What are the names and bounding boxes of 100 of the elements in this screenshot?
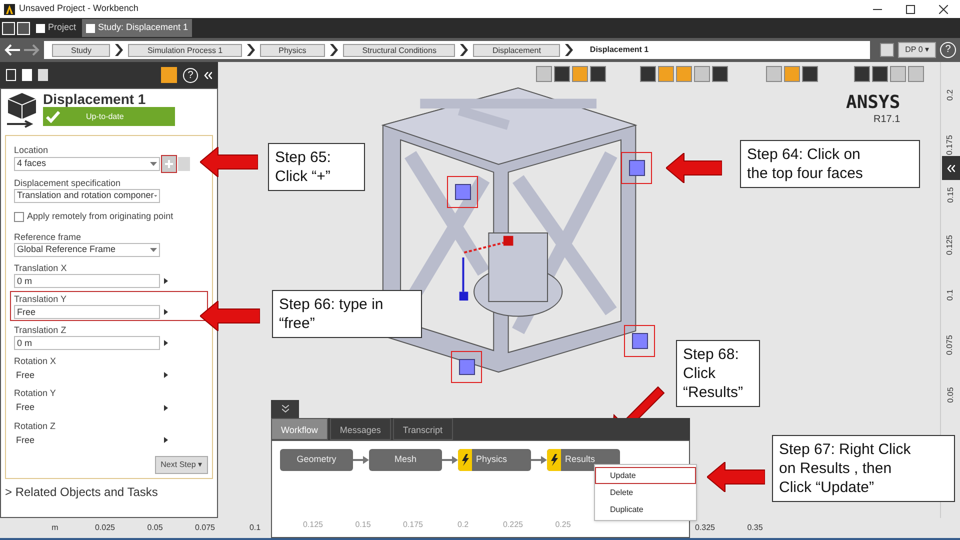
menu-item[interactable]: Update <box>595 467 696 484</box>
collapse-button[interactable] <box>271 400 299 418</box>
menu-item[interactable]: Delete <box>595 484 696 501</box>
face-highlight-marker <box>451 351 482 383</box>
double-chevron-icon[interactable] <box>947 164 955 172</box>
instruction-callout: Step 67: Right Click on Results , then Click “Update” <box>772 435 955 502</box>
input-field[interactable]: 0 m <box>14 274 160 288</box>
breadcrumb-item[interactable]: Structural Conditions <box>343 44 456 56</box>
instruction-callout: Step 65: Click “+” <box>268 143 365 191</box>
ruler-label: 0.35 <box>746 522 764 534</box>
help-button[interactable]: ? <box>940 42 956 58</box>
connector-arrow-icon <box>442 456 458 464</box>
ruler-label: 0.15 <box>944 187 956 203</box>
breadcrumb-item[interactable]: Study <box>52 44 110 56</box>
breadcrumb-item[interactable]: Displacement 1 <box>578 44 661 56</box>
expand-arrow-icon[interactable] <box>164 308 168 314</box>
instruction-callout: Step 68: Click “Results” <box>676 340 760 407</box>
tab[interactable]: Transcript <box>392 418 453 440</box>
toolbar-icon[interactable] <box>802 66 818 82</box>
field-value: Free <box>15 401 36 414</box>
field-label: Rotation Y <box>14 387 57 399</box>
connector-arrow-icon <box>531 456 547 464</box>
toolbar-icon[interactable] <box>554 66 570 82</box>
collapse-icon[interactable] <box>204 72 212 78</box>
ruler-label: 0.05 <box>944 387 956 403</box>
ruler-label: 0.25 <box>554 519 572 531</box>
toolbar-icon[interactable] <box>712 66 728 82</box>
instruction-callout: Step 66: type in “free” <box>272 290 422 338</box>
input-field[interactable]: 0 m <box>14 336 160 350</box>
workflow-node[interactable]: Geometry <box>280 449 353 471</box>
dropdown-field[interactable]: 4 faces <box>14 157 160 171</box>
toolbar-icon[interactable] <box>854 66 870 82</box>
toolbar-icon[interactable] <box>890 66 906 82</box>
breadcrumb-item[interactable]: Physics <box>260 44 326 56</box>
connector-arrow-icon <box>353 456 369 464</box>
ruler-label: 0.075 <box>194 522 216 534</box>
ruler-label: 0.025 <box>94 522 116 534</box>
expand-arrow-icon[interactable] <box>164 372 168 378</box>
logo-text: ANSYS <box>846 94 900 112</box>
help-button[interactable]: ? <box>183 68 198 82</box>
chevron-icon <box>460 44 468 56</box>
field-label: Rotation Z <box>14 420 57 432</box>
ruler-label: 0.125 <box>302 519 324 531</box>
tab[interactable]: Study: Displacement 1 <box>82 19 192 37</box>
arrow-icon <box>666 153 722 183</box>
expand-arrow-icon[interactable] <box>164 437 168 444</box>
minimize-icon[interactable] <box>873 8 882 10</box>
input-field[interactable]: Free <box>14 304 160 318</box>
field-label: Rotation X <box>14 354 58 366</box>
expand-arrow-icon[interactable] <box>164 340 168 346</box>
ruler-label: 0.2 <box>456 519 470 531</box>
field-value: Free <box>15 434 36 446</box>
arrow-icon <box>707 462 765 492</box>
status-text: Up-to-date <box>86 110 124 122</box>
face-highlight-marker <box>624 325 655 357</box>
ruler-label: 0.325 <box>694 522 716 534</box>
toolbar-icon[interactable] <box>536 66 552 82</box>
dropdown-field[interactable]: Translation and rotation componer <box>14 189 160 203</box>
arrow-icon <box>200 147 258 177</box>
arrow-icon <box>200 301 260 331</box>
breadcrumb-item[interactable]: Displacement <box>473 44 560 56</box>
face-highlight-marker <box>447 176 478 208</box>
maximize-icon[interactable] <box>906 4 915 14</box>
ruler-label: 0.225 <box>502 519 524 531</box>
breadcrumb-item[interactable]: Simulation Process 1 <box>128 44 242 56</box>
related-objects-link[interactable]: > Related Objects and Tasks <box>5 483 213 501</box>
panel-title: Displacement 1 <box>43 91 147 107</box>
plus-icon <box>165 160 173 168</box>
menu-item[interactable]: Duplicate <box>595 501 696 518</box>
face-highlight-marker <box>621 152 652 184</box>
ruler-label: 0.1 <box>944 289 956 301</box>
instruction-callout: Step 64: Click on the top four faces <box>740 140 920 188</box>
tab[interactable]: Messages <box>330 418 391 440</box>
workflow-node[interactable]: Mesh <box>369 449 442 471</box>
field-label: Translation X <box>14 262 68 274</box>
expand-side-tab[interactable] <box>942 156 960 180</box>
toolbar-icon[interactable] <box>694 66 710 82</box>
dropdown-field[interactable]: Global Reference Frame <box>14 242 160 256</box>
toolbar-icon[interactable] <box>908 66 924 82</box>
chevron-icon <box>330 44 338 56</box>
toolbar-icon[interactable] <box>590 66 606 82</box>
expand-arrow-icon[interactable] <box>164 404 168 411</box>
ruler-label: 0.175 <box>944 134 956 156</box>
check-icon <box>46 110 60 122</box>
next-step-button[interactable]: Next Step ▾ <box>154 456 208 474</box>
toolbar-icon[interactable] <box>766 66 782 82</box>
field-label: Location <box>14 144 50 156</box>
back-arrow-icon[interactable] <box>4 44 20 56</box>
ruler-label: 0.125 <box>944 234 956 256</box>
ruler-label: 0.075 <box>944 334 956 356</box>
checkbox[interactable] <box>14 212 24 222</box>
app-logo-icon <box>4 4 15 14</box>
toolbar-icon[interactable] <box>640 66 656 82</box>
expand-arrow-icon[interactable] <box>164 278 168 284</box>
field-label: Reference frame <box>14 230 82 242</box>
close-icon[interactable] <box>939 4 948 14</box>
design-point-button[interactable]: DP 0 ▾ <box>898 42 936 58</box>
toolbar-icon[interactable] <box>872 66 888 82</box>
ruler-label: 0.05 <box>146 522 164 534</box>
workflow-node[interactable]: Physics <box>458 449 531 471</box>
